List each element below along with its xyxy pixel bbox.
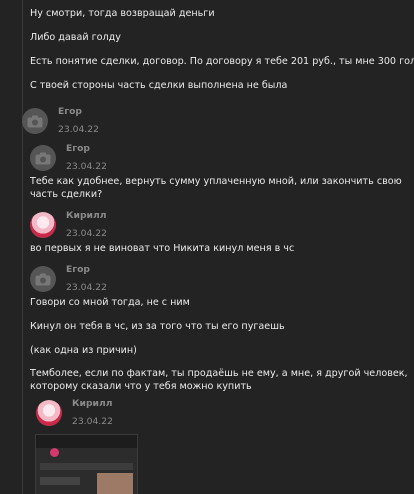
message-text: С твоей стороны часть сделки выполнена н… [30,80,288,91]
message-time: 23.04.22 [66,161,107,172]
message-time: 23.04.22 [66,228,107,239]
thread-line [22,0,23,494]
message-text: (как одна из причин) [30,345,137,356]
user-avatar[interactable] [30,145,56,171]
message-text: Ну смотри, тогда возвращай деньги [30,8,215,19]
author-name[interactable]: Егор [66,143,90,154]
chat-history: Ну смотри, тогда возвращай деньги Либо д… [0,0,414,494]
camera-icon [35,152,51,164]
message-time: 23.04.22 [66,282,107,293]
camera-icon [27,115,43,127]
author-name[interactable]: Кирилл [66,210,106,221]
image-header [36,435,137,448]
message-text: Темболее, если по фактам, ты продаёшь не… [30,368,408,392]
user-avatar[interactable] [30,212,56,238]
message-text: Есть понятие сделки, договор. По договор… [30,56,414,67]
message-text: Либо давай голду [30,32,121,43]
message-text: во первых я не виноват что Никита кинул … [30,243,295,254]
message-text: Говори со мной тогда, не с ним [30,297,190,308]
message-text: Тебе как удобнее, вернуть сумму уплаченн… [30,176,402,200]
author-name[interactable]: Кирилл [72,398,112,409]
message-time: 23.04.22 [72,416,113,427]
user-avatar[interactable] [36,400,62,426]
image-bar [40,463,133,470]
camera-icon [35,273,51,285]
image-avatar [50,448,59,457]
anime-avatar [36,400,62,426]
author-name[interactable]: Егор [66,264,90,275]
image-photo [97,473,133,494]
author-name[interactable]: Егор [58,106,82,117]
message-time: 23.04.22 [58,124,99,135]
image-message [40,477,80,485]
image-attachment[interactable] [35,434,138,494]
user-avatar[interactable] [30,266,56,292]
message-text: Кинул он тебя в чс, из за того что ты ег… [30,321,285,332]
anime-avatar [30,212,56,238]
user-avatar[interactable] [22,108,48,134]
